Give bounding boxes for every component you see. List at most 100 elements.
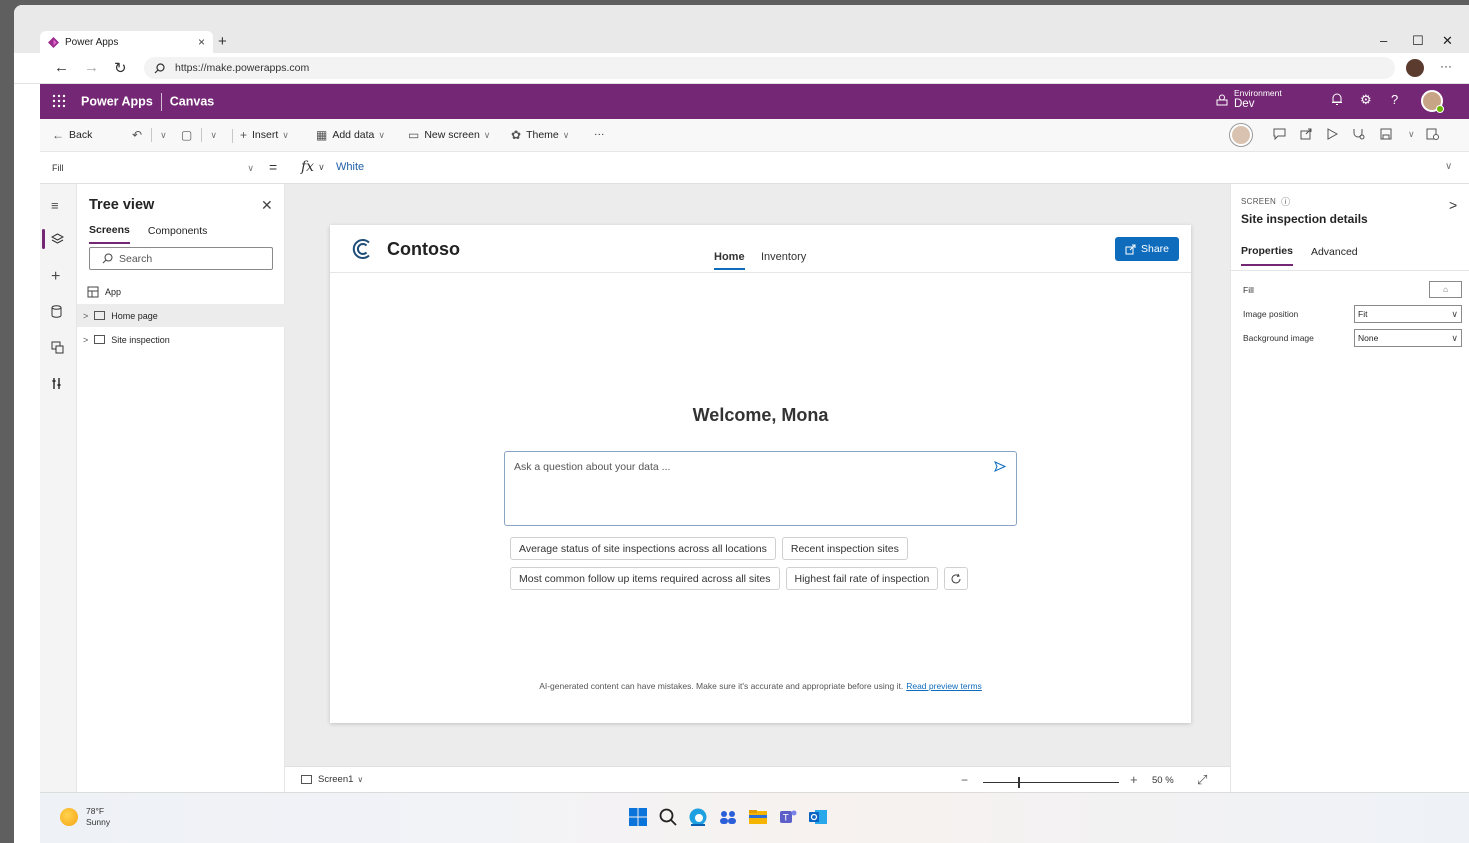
minimize-button[interactable]: – (1380, 33, 1387, 48)
screen-name: Screen1 (318, 774, 354, 785)
tab-components[interactable]: Components (148, 225, 208, 243)
add-data-button[interactable]: ▦ Add data ∨ (316, 128, 385, 142)
data-cylinder-icon[interactable] (51, 305, 62, 318)
formula-input[interactable]: White (336, 161, 364, 173)
app-checker-icon[interactable] (1352, 128, 1365, 140)
tab-screens[interactable]: Screens (89, 224, 130, 244)
tree-search-input[interactable]: Search (89, 247, 273, 270)
fill-color-picker[interactable]: ⌂ (1429, 281, 1462, 298)
zoom-slider-thumb[interactable] (1018, 777, 1020, 788)
collaborator-avatar[interactable] (1230, 124, 1252, 146)
property-dropdown[interactable]: Fill ∨ (46, 157, 254, 179)
undo-button[interactable]: ↶ ∨ (132, 128, 167, 142)
new-screen-icon: ▭ (408, 128, 420, 142)
disclaimer-text: AI-generated content can have mistakes. … (539, 681, 904, 691)
fit-to-window-icon[interactable]: ⤢ (1197, 772, 1207, 788)
refresh-suggestions-button[interactable] (944, 567, 969, 590)
refresh-icon (951, 573, 961, 583)
tab-advanced[interactable]: Advanced (1311, 246, 1358, 265)
file-explorer-icon[interactable] (748, 807, 768, 827)
equals-sign: = (269, 159, 278, 175)
zoom-out-button[interactable]: − (961, 773, 968, 787)
screen-selector[interactable]: Screen1 ∨ (301, 774, 363, 785)
tree-item-app[interactable]: App (77, 280, 285, 303)
url-bar[interactable]: https://make.powerapps.com (144, 57, 1395, 79)
tree-item-home-page[interactable]: > Home page (77, 304, 285, 327)
fx-button[interactable]: fx ∨ (301, 159, 325, 175)
zoom-slider-track[interactable] (983, 782, 1119, 783)
theme-button[interactable]: ✿ Theme ∨ (511, 128, 569, 142)
forward-arrow-icon[interactable]: → (84, 59, 99, 76)
tree-view-title: Tree view (89, 197, 155, 213)
share-button[interactable]: Share (1115, 237, 1179, 261)
insert-plus-icon[interactable]: + (51, 268, 60, 286)
media-icon[interactable] (51, 341, 64, 354)
new-screen-button[interactable]: ▭ New screen ∨ (408, 128, 490, 142)
publish-icon[interactable] (1426, 128, 1439, 140)
suggestion-chip[interactable]: Highest fail rate of inspection (785, 567, 939, 590)
share-label: Share (1140, 243, 1170, 255)
new-tab-button[interactable]: + (218, 33, 227, 50)
product-title: Power Apps Canvas (81, 93, 214, 111)
property-name: Fill (52, 163, 64, 173)
back-arrow-icon[interactable]: ← (54, 59, 69, 76)
settings-gear-icon[interactable]: ⚙ (1360, 92, 1372, 108)
tab-properties[interactable]: Properties (1241, 245, 1293, 266)
share-icon (1125, 244, 1136, 254)
tab-close-icon[interactable]: × (198, 35, 205, 49)
command-bar: ← Back ↶ ∨ ▢ ∨ + Insert ∨ ▦ Add data ∨ ▭ New scr… (40, 119, 1469, 152)
zoom-in-button[interactable]: + (1130, 772, 1138, 787)
widgets-people-icon[interactable] (718, 807, 738, 827)
nav-home[interactable]: Home (714, 251, 745, 270)
chevron-down-icon: ∨ (562, 129, 570, 140)
save-icon[interactable] (1380, 128, 1392, 140)
teams-icon[interactable]: T (778, 807, 798, 827)
maximize-button[interactable]: ☐ (1412, 33, 1424, 49)
tools-icon[interactable] (51, 377, 63, 390)
environment-picker[interactable]: Environment Dev (1234, 88, 1282, 110)
waffle-icon[interactable] (52, 94, 66, 108)
windows-taskbar: 78°F Sunny T (40, 792, 1469, 843)
browser-profile-avatar[interactable] (1406, 59, 1424, 77)
suggestion-chip[interactable]: Recent inspection sites (781, 537, 908, 560)
insert-button[interactable]: + Insert ∨ (240, 128, 289, 142)
more-commands-button[interactable]: ··· (594, 128, 605, 140)
weather-widget[interactable]: 78°F Sunny (60, 806, 110, 828)
suggestion-chip[interactable]: Average status of site inspections acros… (510, 537, 776, 560)
ask-question-input[interactable]: Ask a question about your data ... (504, 451, 1017, 526)
image-position-dropdown[interactable]: Fit ∨ (1354, 305, 1462, 323)
background-image-dropdown[interactable]: None ∨ (1354, 329, 1462, 347)
close-window-button[interactable]: ✕ (1442, 33, 1453, 49)
tree-view-layers-icon[interactable] (51, 233, 64, 245)
outlook-icon[interactable] (808, 807, 828, 827)
tree-item-site-inspection[interactable]: > Site inspection (77, 328, 285, 351)
comments-icon[interactable] (1273, 128, 1286, 140)
browser-more-icon[interactable]: ··· (1440, 59, 1452, 73)
app-mode: Canvas (169, 94, 215, 109)
preview-terms-link[interactable]: Read preview terms (906, 681, 982, 691)
send-icon[interactable] (994, 461, 1006, 472)
suggestion-chip[interactable]: Most common follow up items required acr… (510, 567, 780, 590)
tree-item-label: Site inspection (111, 334, 170, 345)
hamburger-menu-icon[interactable]: ≡ (51, 198, 59, 213)
expand-formula-icon[interactable]: ∨ (1445, 161, 1452, 172)
windows-start-icon[interactable] (628, 807, 648, 827)
back-label: Back (69, 129, 93, 141)
close-panel-icon[interactable]: ✕ (261, 197, 273, 214)
refresh-icon[interactable]: ↻ (114, 59, 127, 77)
back-button[interactable]: ← Back (52, 128, 92, 142)
nav-inventory[interactable]: Inventory (761, 251, 806, 263)
play-icon[interactable] (1327, 128, 1338, 140)
browser-tab[interactable]: Power Apps × (40, 31, 213, 53)
notifications-bell-icon[interactable] (1331, 92, 1343, 106)
share-icon[interactable] (1300, 128, 1313, 140)
save-chevron-down-icon[interactable]: ∨ (1404, 128, 1415, 140)
paste-button[interactable]: ▢ ∨ (181, 128, 217, 142)
help-icon[interactable]: ? (1391, 92, 1398, 107)
tab-strip (14, 5, 1469, 53)
image-position-value: Fit (1358, 309, 1368, 319)
collapse-panel-chevron-icon[interactable]: > (1449, 197, 1457, 213)
sun-icon (60, 808, 78, 826)
edge-browser-icon[interactable] (688, 807, 708, 827)
search-icon[interactable] (658, 807, 678, 827)
